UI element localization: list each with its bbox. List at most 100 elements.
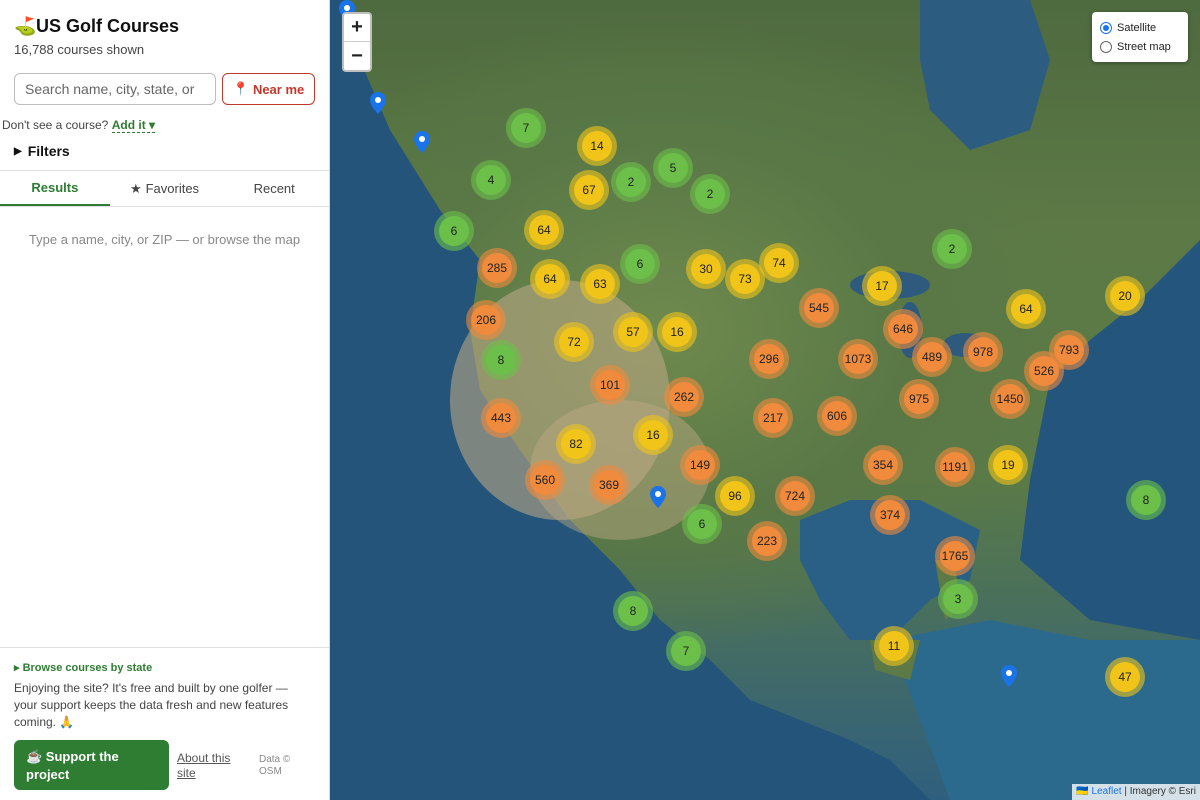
course-cluster[interactable]: 64 <box>1006 289 1046 329</box>
layer-option-satellite[interactable]: Satellite <box>1100 18 1180 37</box>
sidebar-footer: ▸ Browse courses by state Enjoying the s… <box>0 647 329 800</box>
course-pin[interactable] <box>1001 665 1017 687</box>
course-cluster[interactable]: 724 <box>775 476 815 516</box>
course-pin[interactable] <box>414 131 430 153</box>
zoom-in-button[interactable]: + <box>344 14 370 42</box>
search-input[interactable] <box>14 73 216 105</box>
cluster-count: 8 <box>486 345 516 375</box>
course-cluster[interactable]: 1765 <box>935 536 975 576</box>
course-cluster[interactable]: 8 <box>481 340 521 380</box>
course-cluster[interactable]: 374 <box>870 495 910 535</box>
cluster-count: 223 <box>752 526 782 556</box>
tab-recent[interactable]: Recent <box>219 171 329 206</box>
course-cluster[interactable]: 67 <box>569 170 609 210</box>
course-cluster[interactable]: 3 <box>938 579 978 619</box>
course-cluster[interactable]: 560 <box>525 460 565 500</box>
layer-label: Street map <box>1117 40 1171 53</box>
course-cluster[interactable]: 6 <box>620 244 660 284</box>
course-cluster[interactable]: 20 <box>1105 276 1145 316</box>
course-cluster[interactable]: 14 <box>577 126 617 166</box>
radio-icon[interactable] <box>1100 40 1112 53</box>
course-cluster[interactable]: 545 <box>799 288 839 328</box>
course-cluster[interactable]: 975 <box>899 379 939 419</box>
cluster-count: 1191 <box>940 452 970 482</box>
course-cluster[interactable]: 262 <box>664 377 704 417</box>
course-cluster[interactable]: 17 <box>862 266 902 306</box>
cluster-count: 72 <box>559 327 589 357</box>
course-cluster[interactable]: 1073 <box>838 339 878 379</box>
course-cluster[interactable]: 6 <box>682 504 722 544</box>
course-cluster[interactable]: 63 <box>580 264 620 304</box>
course-cluster[interactable]: 1450 <box>990 379 1030 419</box>
course-cluster[interactable]: 285 <box>477 248 517 288</box>
course-cluster[interactable]: 4 <box>471 160 511 200</box>
tab-results-label: Results <box>31 180 79 195</box>
course-cluster[interactable]: 149 <box>680 445 720 485</box>
cluster-count: 526 <box>1029 356 1059 386</box>
support-button[interactable]: ☕ Support the project <box>14 740 169 790</box>
course-cluster[interactable]: 296 <box>749 339 789 379</box>
course-cluster[interactable]: 72 <box>554 322 594 362</box>
course-cluster[interactable]: 2 <box>932 229 972 269</box>
tab-favorites[interactable]: ★ Favorites <box>110 171 220 206</box>
course-cluster[interactable]: 369 <box>589 465 629 505</box>
course-cluster[interactable]: 606 <box>817 396 857 436</box>
course-cluster[interactable]: 526 <box>1024 351 1064 391</box>
course-cluster[interactable]: 2 <box>690 174 730 214</box>
cluster-count: 96 <box>720 481 750 511</box>
data-credit: Data © OSM <box>259 754 291 777</box>
cluster-count: 374 <box>875 500 905 530</box>
cluster-count: 369 <box>594 470 624 500</box>
course-pin[interactable] <box>650 486 666 508</box>
course-cluster[interactable]: 7 <box>666 631 706 671</box>
map[interactable]: 7 14 4 67 2 5 2 6 64 285 64 63 6 30 73 74 2 17 64 20 206 72 57… <box>330 0 1200 800</box>
near-me-button[interactable]: 📍 Near me <box>222 73 315 105</box>
course-pin[interactable] <box>370 92 386 114</box>
cluster-count: 545 <box>804 293 834 323</box>
about-link[interactable]: About this site <box>177 751 247 781</box>
course-cluster[interactable]: 64 <box>524 210 564 250</box>
add-course-link[interactable]: Add it ▾ <box>111 118 156 133</box>
leaflet-link[interactable]: 🇺🇦 Leaflet <box>1076 786 1121 797</box>
course-cluster[interactable]: 6 <box>434 211 474 251</box>
course-cluster[interactable]: 8 <box>1126 480 1166 520</box>
cluster-count: 149 <box>685 450 715 480</box>
cluster-count: 57 <box>618 317 648 347</box>
course-cluster[interactable]: 30 <box>686 249 726 289</box>
zoom-out-button[interactable]: − <box>344 42 370 70</box>
course-cluster[interactable]: 101 <box>590 365 630 405</box>
course-cluster[interactable]: 47 <box>1105 657 1145 697</box>
zoom-control: + − <box>342 12 372 72</box>
course-cluster[interactable]: 978 <box>963 332 1003 372</box>
tab-results[interactable]: Results <box>0 171 110 206</box>
course-cluster[interactable]: 8 <box>613 591 653 631</box>
course-cluster[interactable]: 19 <box>988 445 1028 485</box>
course-cluster[interactable]: 57 <box>613 312 653 352</box>
filters-toggle[interactable]: ▶ Filters <box>14 143 70 159</box>
layer-option-street[interactable]: Street map <box>1100 37 1180 56</box>
course-cluster[interactable]: 489 <box>912 337 952 377</box>
course-cluster[interactable]: 2 <box>611 162 651 202</box>
browse-by-state-link[interactable]: ▸ Browse courses by state <box>14 661 152 674</box>
course-cluster[interactable]: 354 <box>863 445 903 485</box>
course-cluster[interactable]: 96 <box>715 476 755 516</box>
course-cluster[interactable]: 7 <box>506 108 546 148</box>
cluster-count: 978 <box>968 337 998 367</box>
cluster-count: 19 <box>993 450 1023 480</box>
radio-selected-icon[interactable] <box>1100 21 1112 34</box>
course-cluster[interactable]: 16 <box>657 312 697 352</box>
course-cluster[interactable]: 5 <box>653 148 693 188</box>
layer-label: Satellite <box>1117 21 1157 34</box>
course-cluster[interactable]: 223 <box>747 521 787 561</box>
course-cluster[interactable]: 82 <box>556 424 596 464</box>
course-cluster[interactable]: 16 <box>633 415 673 455</box>
course-cluster[interactable]: 64 <box>530 259 570 299</box>
course-cluster[interactable]: 443 <box>481 398 521 438</box>
course-cluster[interactable]: 11 <box>874 626 914 666</box>
cluster-count: 47 <box>1110 662 1140 692</box>
course-cluster[interactable]: 1191 <box>935 447 975 487</box>
course-cluster[interactable]: 217 <box>753 398 793 438</box>
course-cluster[interactable]: 206 <box>466 300 506 340</box>
cluster-count: 20 <box>1110 281 1140 311</box>
course-cluster[interactable]: 74 <box>759 243 799 283</box>
